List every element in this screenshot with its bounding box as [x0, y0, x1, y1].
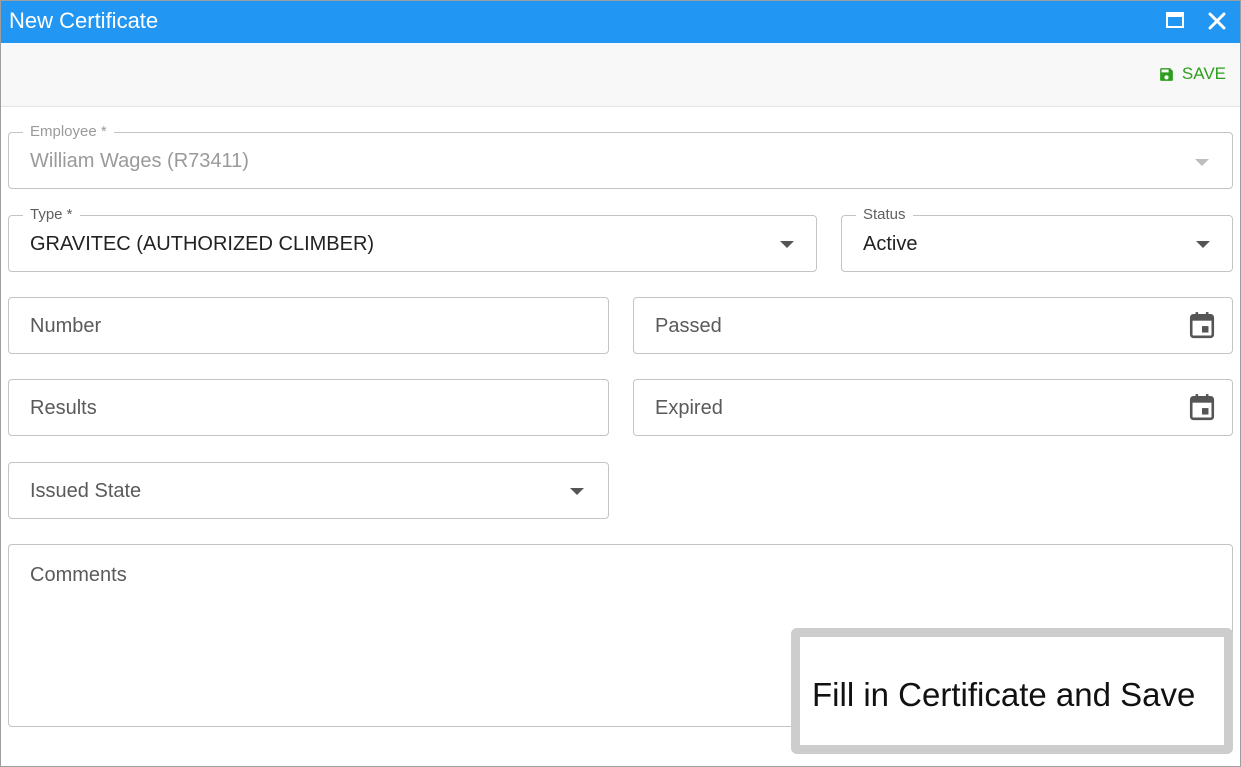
type-label: Type * [23, 206, 80, 224]
type-value: GRAVITEC (AUTHORIZED CLIMBER) [30, 233, 375, 255]
number-placeholder: Number [30, 315, 102, 337]
maximize-icon[interactable] [1161, 7, 1189, 35]
employee-value: William Wages (R73411) [30, 150, 249, 172]
chevron-down-icon [570, 488, 584, 495]
close-icon[interactable] [1203, 7, 1231, 35]
chevron-down-icon [1195, 159, 1209, 166]
dialog-title: New Certificate [9, 8, 159, 33]
status-select[interactable]: Status Active [841, 206, 1233, 272]
dialog-toolbar: SAVE [1, 43, 1240, 107]
save-label: SAVE [1181, 64, 1226, 83]
save-button[interactable]: SAVE [1158, 64, 1226, 84]
employee-label: Employee * [23, 123, 114, 141]
instruction-callout: Fill in Certificate and Save [791, 628, 1233, 754]
comments-placeholder: Comments [30, 564, 127, 586]
results-placeholder: Results [30, 397, 97, 419]
employee-select[interactable]: Employee * William Wages (R73411) [8, 123, 1233, 189]
title-bar: New Certificate [1, 1, 1240, 43]
chevron-down-icon [780, 241, 794, 248]
status-label: Status [856, 206, 913, 224]
type-select[interactable]: Type * GRAVITEC (AUTHORIZED CLIMBER) [8, 206, 817, 272]
expired-date-input[interactable]: Expired [633, 379, 1233, 436]
issued-state-select[interactable]: Issued State [8, 462, 609, 519]
passed-date-input[interactable]: Passed [633, 297, 1233, 354]
expired-placeholder: Expired [655, 397, 723, 419]
certificate-dialog: New Certificate SAVE Employee * William … [0, 0, 1241, 767]
calendar-icon[interactable] [1189, 311, 1215, 339]
issued-state-placeholder: Issued State [30, 480, 142, 502]
results-input[interactable]: Results [8, 379, 609, 436]
floppy-disk-icon [1160, 67, 1173, 81]
passed-placeholder: Passed [655, 315, 722, 337]
calendar-icon[interactable] [1189, 393, 1215, 421]
status-value: Active [863, 233, 918, 255]
number-input[interactable]: Number [8, 297, 609, 354]
chevron-down-icon [1196, 241, 1210, 248]
callout-text: Fill in Certificate and Save [812, 676, 1196, 713]
